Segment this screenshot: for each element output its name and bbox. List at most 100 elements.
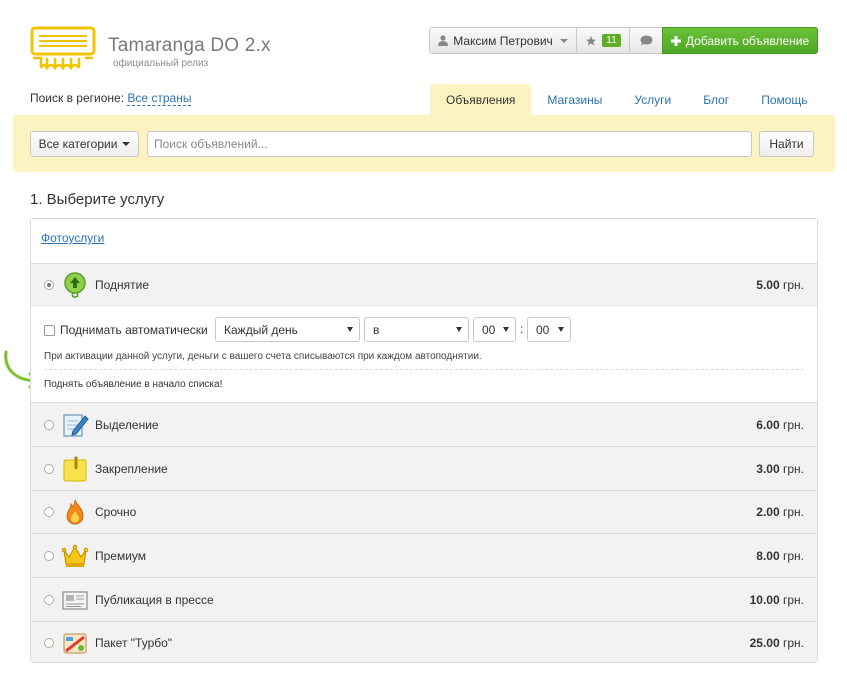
service-row-press[interactable]: Публикация в прессе 10.00 грн. bbox=[31, 577, 817, 621]
auto-lift-hint: При активации данной услуги, деньги с ва… bbox=[44, 351, 482, 362]
user-menu-button[interactable]: Максим Петрович bbox=[429, 27, 577, 54]
hour-select[interactable]: 00 bbox=[473, 317, 516, 342]
service-radio[interactable] bbox=[44, 594, 54, 605]
service-price-value: 3.00 bbox=[756, 461, 780, 476]
service-radio[interactable] bbox=[44, 419, 54, 430]
category-link[interactable]: Фотоуслуги bbox=[41, 231, 104, 245]
service-radio[interactable] bbox=[44, 463, 54, 474]
day-select[interactable]: в bbox=[364, 317, 469, 342]
tab-blog[interactable]: Блог bbox=[687, 84, 745, 115]
service-row-highlight[interactable]: Выделение 6.00 грн. bbox=[31, 402, 817, 446]
service-price: 25.00 грн. bbox=[750, 636, 804, 650]
service-details: Поднимать автоматически Каждый день в 00… bbox=[31, 305, 817, 402]
tab-shops[interactable]: Магазины bbox=[531, 84, 618, 115]
service-price-value: 8.00 bbox=[756, 548, 780, 563]
search-bar: Все категории Найти bbox=[13, 115, 835, 172]
region-link[interactable]: Все страны bbox=[127, 91, 192, 106]
highlight-icon bbox=[63, 413, 89, 437]
service-row-urgent[interactable]: Срочно 2.00 грн. bbox=[31, 490, 817, 533]
user-icon bbox=[438, 35, 449, 46]
favorites-count-badge: 11 bbox=[602, 34, 621, 47]
service-name: Публикация в прессе bbox=[95, 592, 214, 607]
minute-select[interactable]: 00 bbox=[527, 317, 571, 342]
brand-title: Tamaranga DO 2.x bbox=[108, 35, 271, 56]
service-price: 2.00 грн. bbox=[756, 505, 804, 519]
service-name: Поднятие bbox=[95, 277, 150, 292]
hour-select-value: 00 bbox=[482, 322, 496, 337]
chevron-down-icon bbox=[122, 142, 131, 146]
fire-icon bbox=[66, 499, 84, 525]
auto-lift-label[interactable]: Поднимать автоматически bbox=[60, 323, 208, 337]
frequency-select[interactable]: Каждый день bbox=[215, 317, 360, 342]
region-label: Поиск в регионе: bbox=[30, 91, 125, 105]
user-toolbar: Максим Петрович 11 bbox=[429, 27, 663, 54]
region-selector: Поиск в регионе: Все страны bbox=[30, 91, 192, 106]
service-row-turbo[interactable]: Пакет "Турбо" 25.00 грн. bbox=[31, 621, 817, 662]
search-input[interactable] bbox=[147, 131, 752, 157]
service-currency: грн. bbox=[782, 417, 804, 432]
service-currency: грн. bbox=[782, 461, 804, 476]
user-name: Максим Петрович bbox=[453, 33, 553, 48]
service-description: Поднять объявление в начало списка! bbox=[44, 379, 223, 390]
service-price: 5.00 грн. bbox=[756, 278, 804, 292]
services-panel: Фотоуслуги Поднятие 5.00 грн. Поднимать … bbox=[30, 218, 818, 663]
service-price: 10.00 грн. bbox=[750, 593, 804, 607]
chevron-down-icon bbox=[559, 38, 568, 43]
service-price-value: 5.00 bbox=[756, 277, 780, 292]
service-currency: грн. bbox=[782, 548, 804, 563]
service-price-value: 10.00 bbox=[749, 592, 780, 607]
tab-services[interactable]: Услуги bbox=[618, 84, 687, 115]
day-select-value: в bbox=[373, 322, 380, 337]
search-submit-button[interactable]: Найти bbox=[759, 131, 814, 157]
service-price-value: 25.00 bbox=[749, 636, 780, 650]
service-name: Пакет "Турбо" bbox=[95, 636, 173, 650]
newspaper-icon bbox=[62, 590, 88, 610]
chat-icon bbox=[640, 35, 652, 46]
service-name: Выделение bbox=[95, 417, 159, 432]
auto-lift-checkbox[interactable] bbox=[44, 325, 55, 336]
messages-button[interactable] bbox=[630, 27, 663, 54]
service-price: 3.00 грн. bbox=[756, 462, 804, 476]
star-icon bbox=[586, 35, 597, 45]
lift-up-icon bbox=[64, 271, 86, 298]
section-title: 1. Выберите услугу bbox=[30, 191, 165, 208]
select-arrow-icon bbox=[558, 327, 564, 332]
add-ad-button[interactable]: Добавить объявление bbox=[662, 27, 818, 54]
service-row-lift[interactable]: Поднятие 5.00 грн. bbox=[31, 263, 817, 305]
service-radio[interactable] bbox=[44, 279, 54, 290]
service-row-pin[interactable]: Закрепление 3.00 грн. bbox=[31, 446, 817, 490]
brand-subtitle: официальный релиз bbox=[113, 58, 209, 69]
service-name: Срочно bbox=[95, 505, 137, 519]
service-price-value: 6.00 bbox=[756, 417, 780, 432]
pin-note-icon bbox=[63, 456, 87, 481]
plus-icon bbox=[670, 35, 681, 46]
tab-help[interactable]: Помощь bbox=[745, 84, 823, 115]
service-price-value: 2.00 bbox=[756, 505, 780, 519]
select-arrow-icon bbox=[456, 327, 462, 332]
category-dropdown-button[interactable]: Все категории bbox=[30, 131, 139, 157]
service-currency: грн. bbox=[782, 592, 804, 607]
add-ad-label: Добавить объявление bbox=[685, 33, 810, 48]
tab-ads[interactable]: Объявления bbox=[430, 84, 532, 115]
category-dropdown-label: Все категории bbox=[38, 137, 118, 151]
service-price: 6.00 грн. bbox=[756, 418, 804, 432]
service-currency: грн. bbox=[782, 505, 804, 519]
select-arrow-icon bbox=[503, 327, 509, 332]
service-radio[interactable] bbox=[44, 638, 54, 648]
service-row-premium[interactable]: Премиум 8.00 грн. bbox=[31, 533, 817, 577]
crown-icon bbox=[61, 544, 89, 567]
main-tabs: Объявления Магазины Услуги Блог Помощь bbox=[430, 84, 824, 115]
favorites-button[interactable]: 11 bbox=[577, 27, 630, 54]
service-name: Закрепление bbox=[95, 461, 168, 476]
service-currency: грн. bbox=[782, 277, 804, 292]
service-radio[interactable] bbox=[44, 507, 54, 517]
turbo-package-icon bbox=[63, 633, 87, 654]
logo-icon[interactable] bbox=[29, 26, 97, 72]
divider bbox=[44, 369, 804, 370]
service-currency: грн. bbox=[782, 636, 804, 650]
service-name: Премиум bbox=[95, 548, 147, 563]
time-separator: : bbox=[520, 322, 524, 336]
service-price: 8.00 грн. bbox=[756, 549, 804, 563]
frequency-select-value: Каждый день bbox=[224, 322, 298, 337]
service-radio[interactable] bbox=[44, 550, 54, 561]
